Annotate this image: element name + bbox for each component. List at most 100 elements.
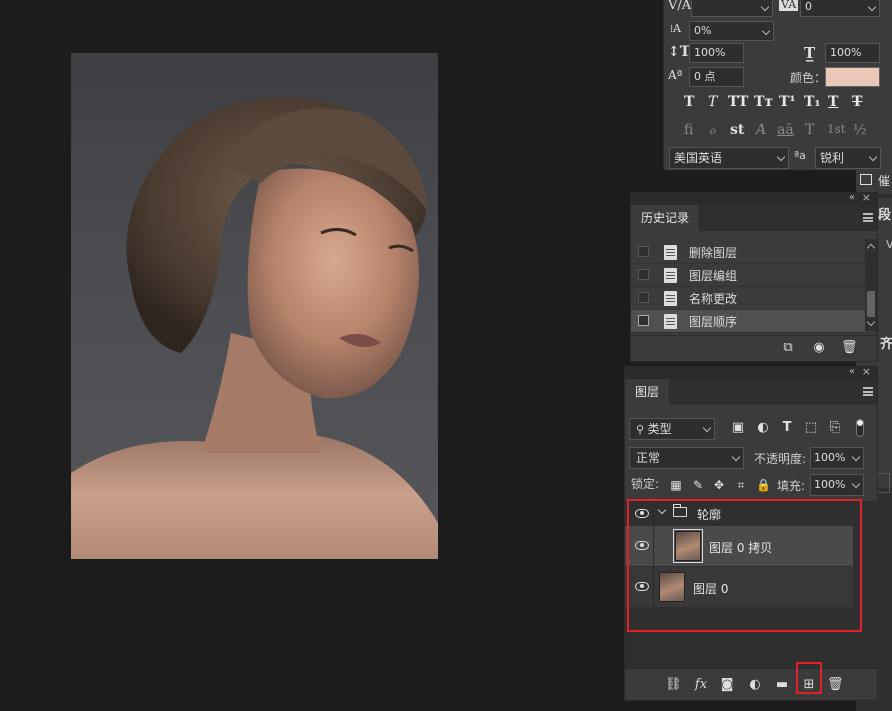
tab-history[interactable]: 历史记录 (631, 205, 701, 231)
adjustment-filter-icon[interactable]: ◐ (756, 421, 770, 435)
snapshot-checkbox[interactable] (638, 246, 649, 257)
history-item[interactable]: 删除图层 (631, 241, 865, 264)
new-document-from-state-icon[interactable]: ⧉ (781, 341, 795, 355)
history-footer: ⧉ ◉ 🗑 (631, 335, 877, 361)
panel-menu-icon[interactable] (863, 387, 873, 396)
faux-italic-button[interactable]: T (708, 94, 717, 110)
faux-bold-button[interactable]: T (684, 94, 694, 110)
color-label: 颜色： (790, 71, 827, 85)
layer-filter-select[interactable]: ⚲ 类型 (629, 418, 715, 440)
filter-kind-label: 类型 (647, 422, 672, 436)
titling-button[interactable]: T (805, 122, 814, 138)
collapse-icon[interactable]: « (849, 192, 855, 203)
new-group-icon[interactable]: ▬ (774, 677, 790, 693)
document-icon (664, 314, 677, 329)
history-item[interactable]: 图层编组 (631, 264, 865, 287)
lock-transparent-icon[interactable]: ▦ (669, 478, 683, 492)
history-list: 删除图层 图层编组 名称更改 图层顺序 (631, 241, 865, 333)
chevron-down-icon[interactable] (657, 505, 667, 515)
snapshot-checkbox[interactable] (638, 292, 649, 303)
kerning-icon: VA (779, 0, 799, 11)
trash-icon[interactable]: 🗑 (841, 341, 858, 355)
ordinals-button[interactable]: 1st (827, 122, 846, 136)
link-layers-icon[interactable]: ⛓ (665, 677, 682, 693)
history-item-selected[interactable]: 图层顺序 (631, 310, 865, 333)
layer-group-row[interactable]: 轮廓 (625, 501, 853, 526)
superscript-button[interactable]: T¹ (779, 94, 796, 110)
opentype-buttons: fi ℴ st A aā T 1st ½ (664, 122, 892, 142)
small-caps-button[interactable]: Tт (754, 94, 773, 110)
lock-all-icon[interactable]: 🔒 (756, 478, 771, 492)
snapshot-checkbox[interactable] (638, 315, 649, 326)
close-icon[interactable]: × (862, 191, 871, 204)
strip-label-2: 段 (878, 208, 892, 223)
lock-artboard-icon[interactable]: ⌗ (734, 478, 748, 492)
fill-field[interactable]: 100% (810, 474, 864, 496)
scroll-up-icon[interactable] (866, 243, 876, 253)
trash-icon[interactable]: 🗑 (827, 677, 844, 693)
pixel-filter-icon[interactable]: ▣ (731, 421, 745, 435)
panel-menu-icon[interactable] (863, 213, 873, 222)
snapshot-checkbox[interactable] (638, 269, 649, 280)
close-icon[interactable]: × (862, 365, 871, 378)
scroll-thumb[interactable] (867, 291, 875, 317)
stylistic-alternates-button[interactable]: st (730, 122, 744, 138)
layer-row-selected[interactable]: 图层 0 拷贝 (625, 526, 853, 566)
opacity-field[interactable]: 100% (810, 447, 864, 469)
type-filter-icon[interactable]: T (780, 421, 794, 435)
horizontal-scale-field[interactable]: 100% (825, 43, 880, 63)
text-color-swatch[interactable] (825, 67, 880, 87)
lock-position-icon[interactable]: ✥ (712, 478, 726, 492)
image-icon[interactable] (860, 174, 872, 185)
baseline-shift-field[interactable]: 0 点 (689, 67, 744, 87)
underline-button[interactable]: T (828, 94, 838, 110)
history-item-label: 图层顺序 (689, 315, 738, 329)
history-item[interactable]: 名称更改 (631, 287, 865, 310)
swash-button[interactable]: A (756, 122, 766, 138)
tsume-field[interactable]: 0% (689, 21, 774, 41)
vertical-scale-field[interactable]: 100% (689, 43, 744, 63)
language-select[interactable]: 美国英语 (669, 147, 789, 169)
folder-icon (672, 504, 687, 517)
layer-mask-icon[interactable]: ◙ (719, 677, 735, 693)
kerning-field[interactable]: 0 (800, 0, 880, 17)
fx-icon[interactable]: fx (693, 677, 709, 693)
scroll-down-icon[interactable] (866, 317, 876, 327)
titling-alternates-button[interactable]: aā (777, 122, 794, 138)
history-scrollbar[interactable] (865, 239, 877, 331)
layer-thumbnail (673, 529, 703, 563)
new-layer-icon[interactable]: ⊞ (801, 677, 817, 693)
discretionary-ligature-button[interactable]: ℴ (709, 122, 715, 138)
subscript-button[interactable]: T₁ (804, 94, 821, 110)
visibility-eye-icon[interactable] (635, 541, 649, 550)
camera-snapshot-icon[interactable]: ◉ (812, 341, 826, 355)
filter-toggle[interactable] (856, 419, 864, 437)
opacity-label: 不透明度: (754, 452, 807, 466)
visibility-eye-icon[interactable] (635, 582, 649, 591)
collapse-icon[interactable]: « (849, 366, 855, 377)
blend-mode-select[interactable]: 正常 (629, 447, 744, 469)
search-icon: ⚲ (636, 423, 648, 436)
strip-label-4: 齐 (880, 337, 892, 352)
lock-label: 锁定: (631, 477, 660, 491)
layers-footer: ⛓ fx ◙ ◐ ▬ ⊞ 🗑 (625, 668, 877, 700)
lock-image-icon[interactable]: ✎ (691, 478, 705, 492)
all-caps-button[interactable]: TT (728, 94, 748, 110)
adjustment-layer-icon[interactable]: ◐ (747, 677, 763, 693)
antialias-select[interactable]: 锐利 (815, 147, 881, 169)
tab-layers[interactable]: 图层 (625, 379, 671, 405)
ligature-button[interactable]: fi (684, 122, 693, 138)
layer-thumbnail (659, 572, 685, 602)
visibility-eye-icon[interactable] (635, 509, 649, 518)
layer-name: 轮廓 (697, 508, 722, 522)
strip-label-1: 催 (878, 174, 891, 188)
tracking-field[interactable] (691, 0, 773, 17)
shape-filter-icon[interactable]: ⬚ (804, 421, 818, 435)
strikethrough-button[interactable]: T (852, 94, 862, 110)
layer-name: 图层 0 拷贝 (709, 541, 773, 555)
vertical-scale-icon: ↕T (668, 44, 691, 60)
baseline-shift-icon: Aª (668, 68, 683, 82)
fractions-button[interactable]: ½ (853, 122, 867, 138)
smart-object-filter-icon[interactable]: ⎘ (828, 421, 842, 435)
layer-row[interactable]: 图层 0 (625, 567, 853, 607)
